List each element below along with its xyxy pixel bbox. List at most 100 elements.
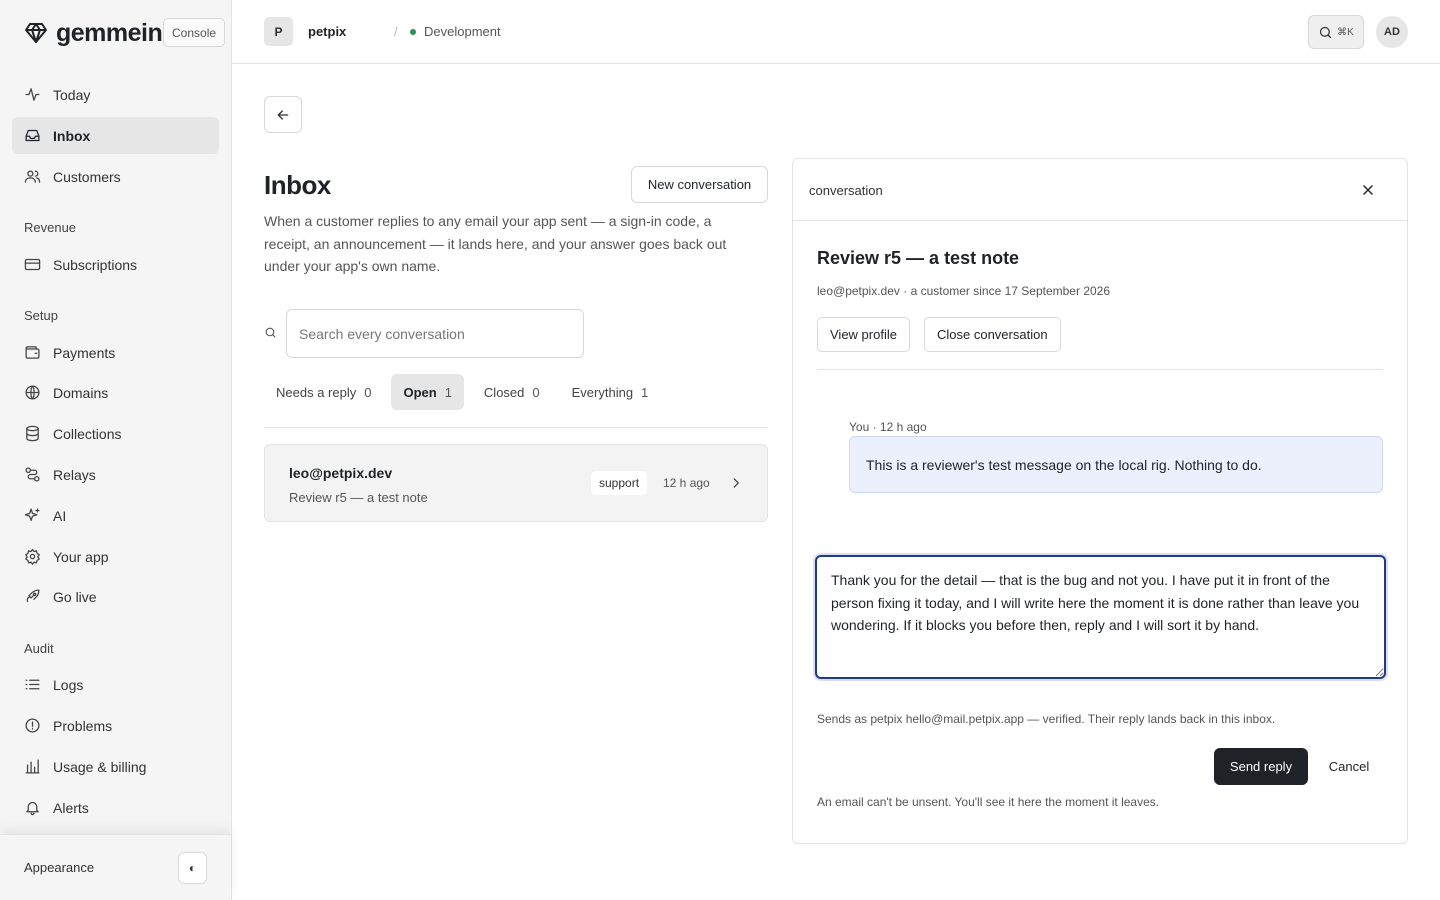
page-title: Inbox [264,170,331,200]
nav-section-audit: Audit [24,641,54,656]
reply-textarea[interactable]: Thank you for the detail — that is the b… [815,555,1386,679]
tab-label: Everything [571,384,634,400]
tab-label: Open [403,384,437,400]
bar-chart-icon [25,759,40,774]
sidebar-item-label: Collections [53,425,122,442]
cancel-button[interactable]: Cancel [1317,748,1381,785]
sidebar-item-collections[interactable]: Collections [12,415,219,452]
panel-label: conversation [809,183,883,198]
tab-count: 1 [444,384,452,400]
global-search-button[interactable]: ⌘K [1308,15,1364,49]
environment-status-dot [410,28,416,35]
sidebar-item-label: AI [53,507,67,524]
sidebar-item-usage-billing[interactable]: Usage & billing [12,748,219,785]
tab-open[interactable]: Open 1 [391,374,464,410]
sidebar-item-label: Go live [53,588,97,605]
divider [264,427,768,428]
sidebar-item-your-app[interactable]: Your app [12,538,219,575]
gem-icon [25,23,47,43]
sidebar-item-label: Logs [53,676,84,693]
database-icon [26,425,39,442]
sidebar-item-label: Today [53,86,91,103]
tab-closed[interactable]: Closed 0 [472,374,552,410]
sparkles-icon [24,508,40,522]
alert-circle-icon [25,718,40,733]
sidebar-item-inbox[interactable]: Inbox [12,117,219,154]
sidebar-item-label: Customers [53,168,121,185]
search-icon [265,327,276,338]
project-name[interactable]: petpix [308,24,346,39]
arrow-left-icon [277,109,289,120]
project-avatar[interactable]: P [264,17,293,46]
wallet-icon [25,346,40,359]
send-reply-button[interactable]: Send reply [1214,748,1308,785]
sidebar-item-label: Inbox [53,127,91,144]
sidebar-item-label: Payments [53,344,116,361]
conversation-email: leo@petpix.dev [289,465,393,481]
tab-count: 0 [532,384,540,400]
sidebar-item-label: Domains [53,384,109,401]
view-profile-button[interactable]: View profile [817,317,910,352]
brand-logo[interactable]: gemmein [24,18,163,48]
credit-card-icon [24,258,41,271]
sidebar-item-label: Problems [53,717,113,734]
sidebar-item-payments[interactable]: Payments [12,334,219,371]
conversation-subject: Review r5 — a test note [289,490,428,505]
rocket-icon [26,589,40,603]
conversation-time: 12 h ago [663,476,710,490]
sidebar-item-domains[interactable]: Domains [12,374,219,411]
conversation-panel: conversation Review r5 — a test note leo… [792,158,1408,844]
list-icon [25,679,40,690]
tab-label: Needs a reply [276,384,357,400]
sidebar-item-go-live[interactable]: Go live [12,578,219,615]
back-button[interactable] [264,96,302,133]
tab-count: 1 [641,384,649,400]
activity-icon [25,88,40,101]
conversation-meta: leo@petpix.dev · a customer since 17 Sep… [817,284,1111,298]
sidebar-item-label: Your app [53,548,109,565]
sidebar-item-label: Alerts [53,799,89,816]
sidebar-item-customers[interactable]: Customers [12,158,219,195]
settings-icon [25,548,40,565]
unsend-warning: An email can't be unsent. You'll see it … [817,795,1160,809]
environment-label: Development [424,24,501,39]
sidebar-item-today[interactable]: Today [12,76,219,113]
tab-needs-a-reply[interactable]: Needs a reply 0 [264,374,383,410]
divider [817,369,1383,370]
breadcrumb-separator: / [394,24,398,39]
chevron-right-icon [733,478,739,488]
sidebar-item-label: Subscriptions [53,256,138,273]
message-bubble: This is a reviewer's test message on the… [849,436,1383,493]
sidebar-footer: Appearance ◐ [0,834,231,900]
environment-switcher[interactable]: Development [410,24,501,39]
close-icon [1363,185,1373,195]
tab-everything[interactable]: Everything 1 [560,374,661,410]
appearance-label: Appearance [24,860,95,875]
new-conversation-button[interactable]: New conversation [631,166,768,203]
conversation-row[interactable]: leo@petpix.dev Review r5 — a test note s… [264,444,768,522]
close-panel-button[interactable] [1357,179,1379,201]
user-avatar[interactable]: AD [1376,16,1408,48]
users-icon [24,170,41,183]
nav-section-revenue: Revenue [24,220,77,235]
sidebar-item-label: Usage & billing [53,758,147,775]
tab-label: Closed [483,384,525,400]
sidebar-item-problems[interactable]: Problems [12,707,219,744]
sidebar-item-subscriptions[interactable]: Subscriptions [12,246,219,283]
topbar: P petpix / Development ⌘K AD [232,0,1440,64]
inbox-tabs: Needs a reply 0 Open 1 Closed 0 Everythi… [264,374,660,410]
sidebar-item-logs[interactable]: Logs [12,666,219,703]
message-meta: You · 12 h ago [849,420,927,434]
sidebar-item-ai[interactable]: AI [12,497,219,534]
close-conversation-button[interactable]: Close conversation [924,317,1061,352]
inbox-icon [25,129,40,142]
search-input[interactable] [286,309,584,358]
search-icon [1320,26,1332,38]
route-icon [25,467,40,482]
search-shortcut: ⌘K [1337,26,1354,38]
sidebar-item-relays[interactable]: Relays [12,456,219,493]
conversation-title: Review r5 — a test note [817,248,1020,268]
sidebar-item-label: Relays [53,466,96,483]
appearance-toggle-button[interactable]: ◐ [178,852,207,884]
sidebar-item-alerts[interactable]: Alerts [12,789,219,826]
